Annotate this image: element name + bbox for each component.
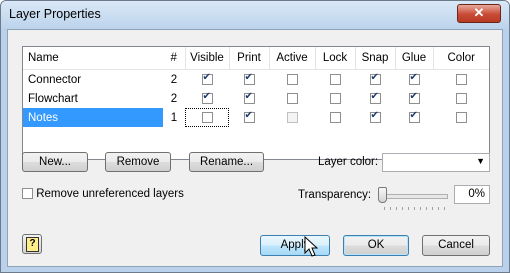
dialog-title: Layer Properties	[9, 7, 101, 21]
layer-color-label: Layer color:	[318, 156, 379, 168]
remove-unreferenced-option[interactable]: Remove unreferenced layers	[22, 188, 184, 200]
color-cell	[433, 89, 489, 108]
column-header-visible[interactable]: Visible	[184, 47, 229, 70]
column-header-lock[interactable]: Lock	[314, 47, 355, 70]
snap-cell	[355, 89, 395, 108]
column-header-count[interactable]: #	[163, 47, 185, 70]
transparency-slider-ticks	[384, 207, 446, 210]
active-cell	[269, 108, 315, 127]
ok-button[interactable]: OK	[343, 235, 409, 256]
active-checkbox[interactable]	[286, 111, 298, 123]
table-row[interactable]: Connector 2	[23, 70, 489, 90]
glue-checkbox[interactable]	[408, 72, 420, 85]
transparency-slider-thumb[interactable]	[378, 187, 387, 203]
column-header-active[interactable]: Active	[268, 47, 315, 70]
color-cell	[433, 108, 489, 127]
snap-checkbox[interactable]	[369, 91, 381, 104]
layers-table[interactable]: Name # Visible Print Active Lock Snap Gl…	[22, 46, 490, 160]
glue-checkbox[interactable]	[408, 91, 420, 104]
visible-cell	[185, 89, 229, 108]
column-header-snap[interactable]: Snap	[354, 47, 395, 70]
layer-count-cell: 2	[170, 92, 178, 105]
print-checkbox[interactable]	[243, 110, 255, 123]
dialog-body: Name # Visible Print Active Lock Snap Gl…	[7, 29, 503, 267]
column-header-print[interactable]: Print	[228, 47, 269, 70]
visible-checkbox[interactable]	[201, 91, 213, 104]
cancel-button[interactable]: Cancel	[422, 235, 490, 256]
active-checkbox[interactable]	[286, 92, 298, 104]
transparency-slider-track[interactable]	[384, 194, 448, 199]
mouse-cursor-icon	[304, 236, 318, 257]
glue-cell	[395, 89, 433, 108]
visible-checkbox[interactable]	[201, 72, 213, 85]
table-row[interactable]: Flowchart 2	[23, 89, 489, 108]
layer-color-dropdown[interactable]: ▼	[382, 153, 490, 172]
snap-cell	[355, 70, 395, 90]
print-cell	[229, 70, 269, 90]
lock-checkbox[interactable]	[329, 92, 341, 104]
color-checkbox[interactable]	[455, 92, 467, 104]
remove-unreferenced-label: Remove unreferenced layers	[36, 188, 184, 200]
chevron-down-icon: ▼	[476, 156, 485, 166]
print-checkbox[interactable]	[243, 91, 255, 104]
title-bar: Layer Properties ✕	[1, 1, 509, 29]
visible-checkbox[interactable]	[201, 111, 213, 123]
glue-cell	[395, 70, 433, 90]
snap-cell	[355, 108, 395, 127]
layer-count-cell: 1	[170, 111, 178, 124]
help-icon: ?	[26, 237, 39, 252]
layer-name-cell[interactable]: Flowchart	[23, 89, 163, 108]
rename-layer-button[interactable]: Rename...	[189, 152, 264, 172]
remove-layer-button[interactable]: Remove	[105, 152, 171, 172]
color-cell	[433, 70, 489, 90]
layer-properties-dialog: Layer Properties ✕ Name # Visible Print …	[0, 0, 510, 273]
active-checkbox[interactable]	[286, 73, 298, 85]
visible-cell	[185, 70, 229, 90]
print-cell	[229, 108, 269, 127]
transparency-label: Transparency:	[298, 189, 372, 201]
lock-cell	[315, 108, 355, 127]
active-cell	[269, 89, 315, 108]
column-header-color[interactable]: Color	[432, 47, 489, 70]
close-icon: ✕	[473, 5, 485, 20]
print-checkbox[interactable]	[243, 72, 255, 85]
lock-cell	[315, 89, 355, 108]
color-checkbox[interactable]	[455, 73, 467, 85]
column-header-name[interactable]: Name	[23, 47, 163, 70]
glue-cell	[395, 108, 433, 127]
snap-checkbox[interactable]	[369, 110, 381, 123]
active-cell	[269, 70, 315, 90]
glue-checkbox[interactable]	[408, 110, 420, 123]
color-checkbox[interactable]	[455, 111, 467, 123]
layer-name-cell[interactable]: Connector	[23, 70, 163, 90]
snap-checkbox[interactable]	[369, 72, 381, 85]
layer-count-cell: 2	[170, 73, 178, 86]
table-row[interactable]: Notes 1	[23, 108, 489, 127]
lock-checkbox[interactable]	[329, 73, 341, 85]
lock-cell	[315, 70, 355, 90]
new-layer-button[interactable]: New...	[22, 152, 88, 172]
help-button[interactable]: ?	[22, 234, 42, 254]
visible-cell	[185, 108, 229, 127]
transparency-value-field[interactable]: 0%	[454, 185, 490, 204]
close-button[interactable]: ✕	[457, 4, 501, 23]
remove-unreferenced-checkbox[interactable]	[22, 188, 33, 200]
lock-checkbox[interactable]	[329, 111, 341, 123]
column-header-glue[interactable]: Glue	[394, 47, 433, 70]
layer-name-cell[interactable]: Notes	[23, 108, 163, 127]
apply-button[interactable]: Apply	[260, 235, 330, 256]
print-cell	[229, 89, 269, 108]
